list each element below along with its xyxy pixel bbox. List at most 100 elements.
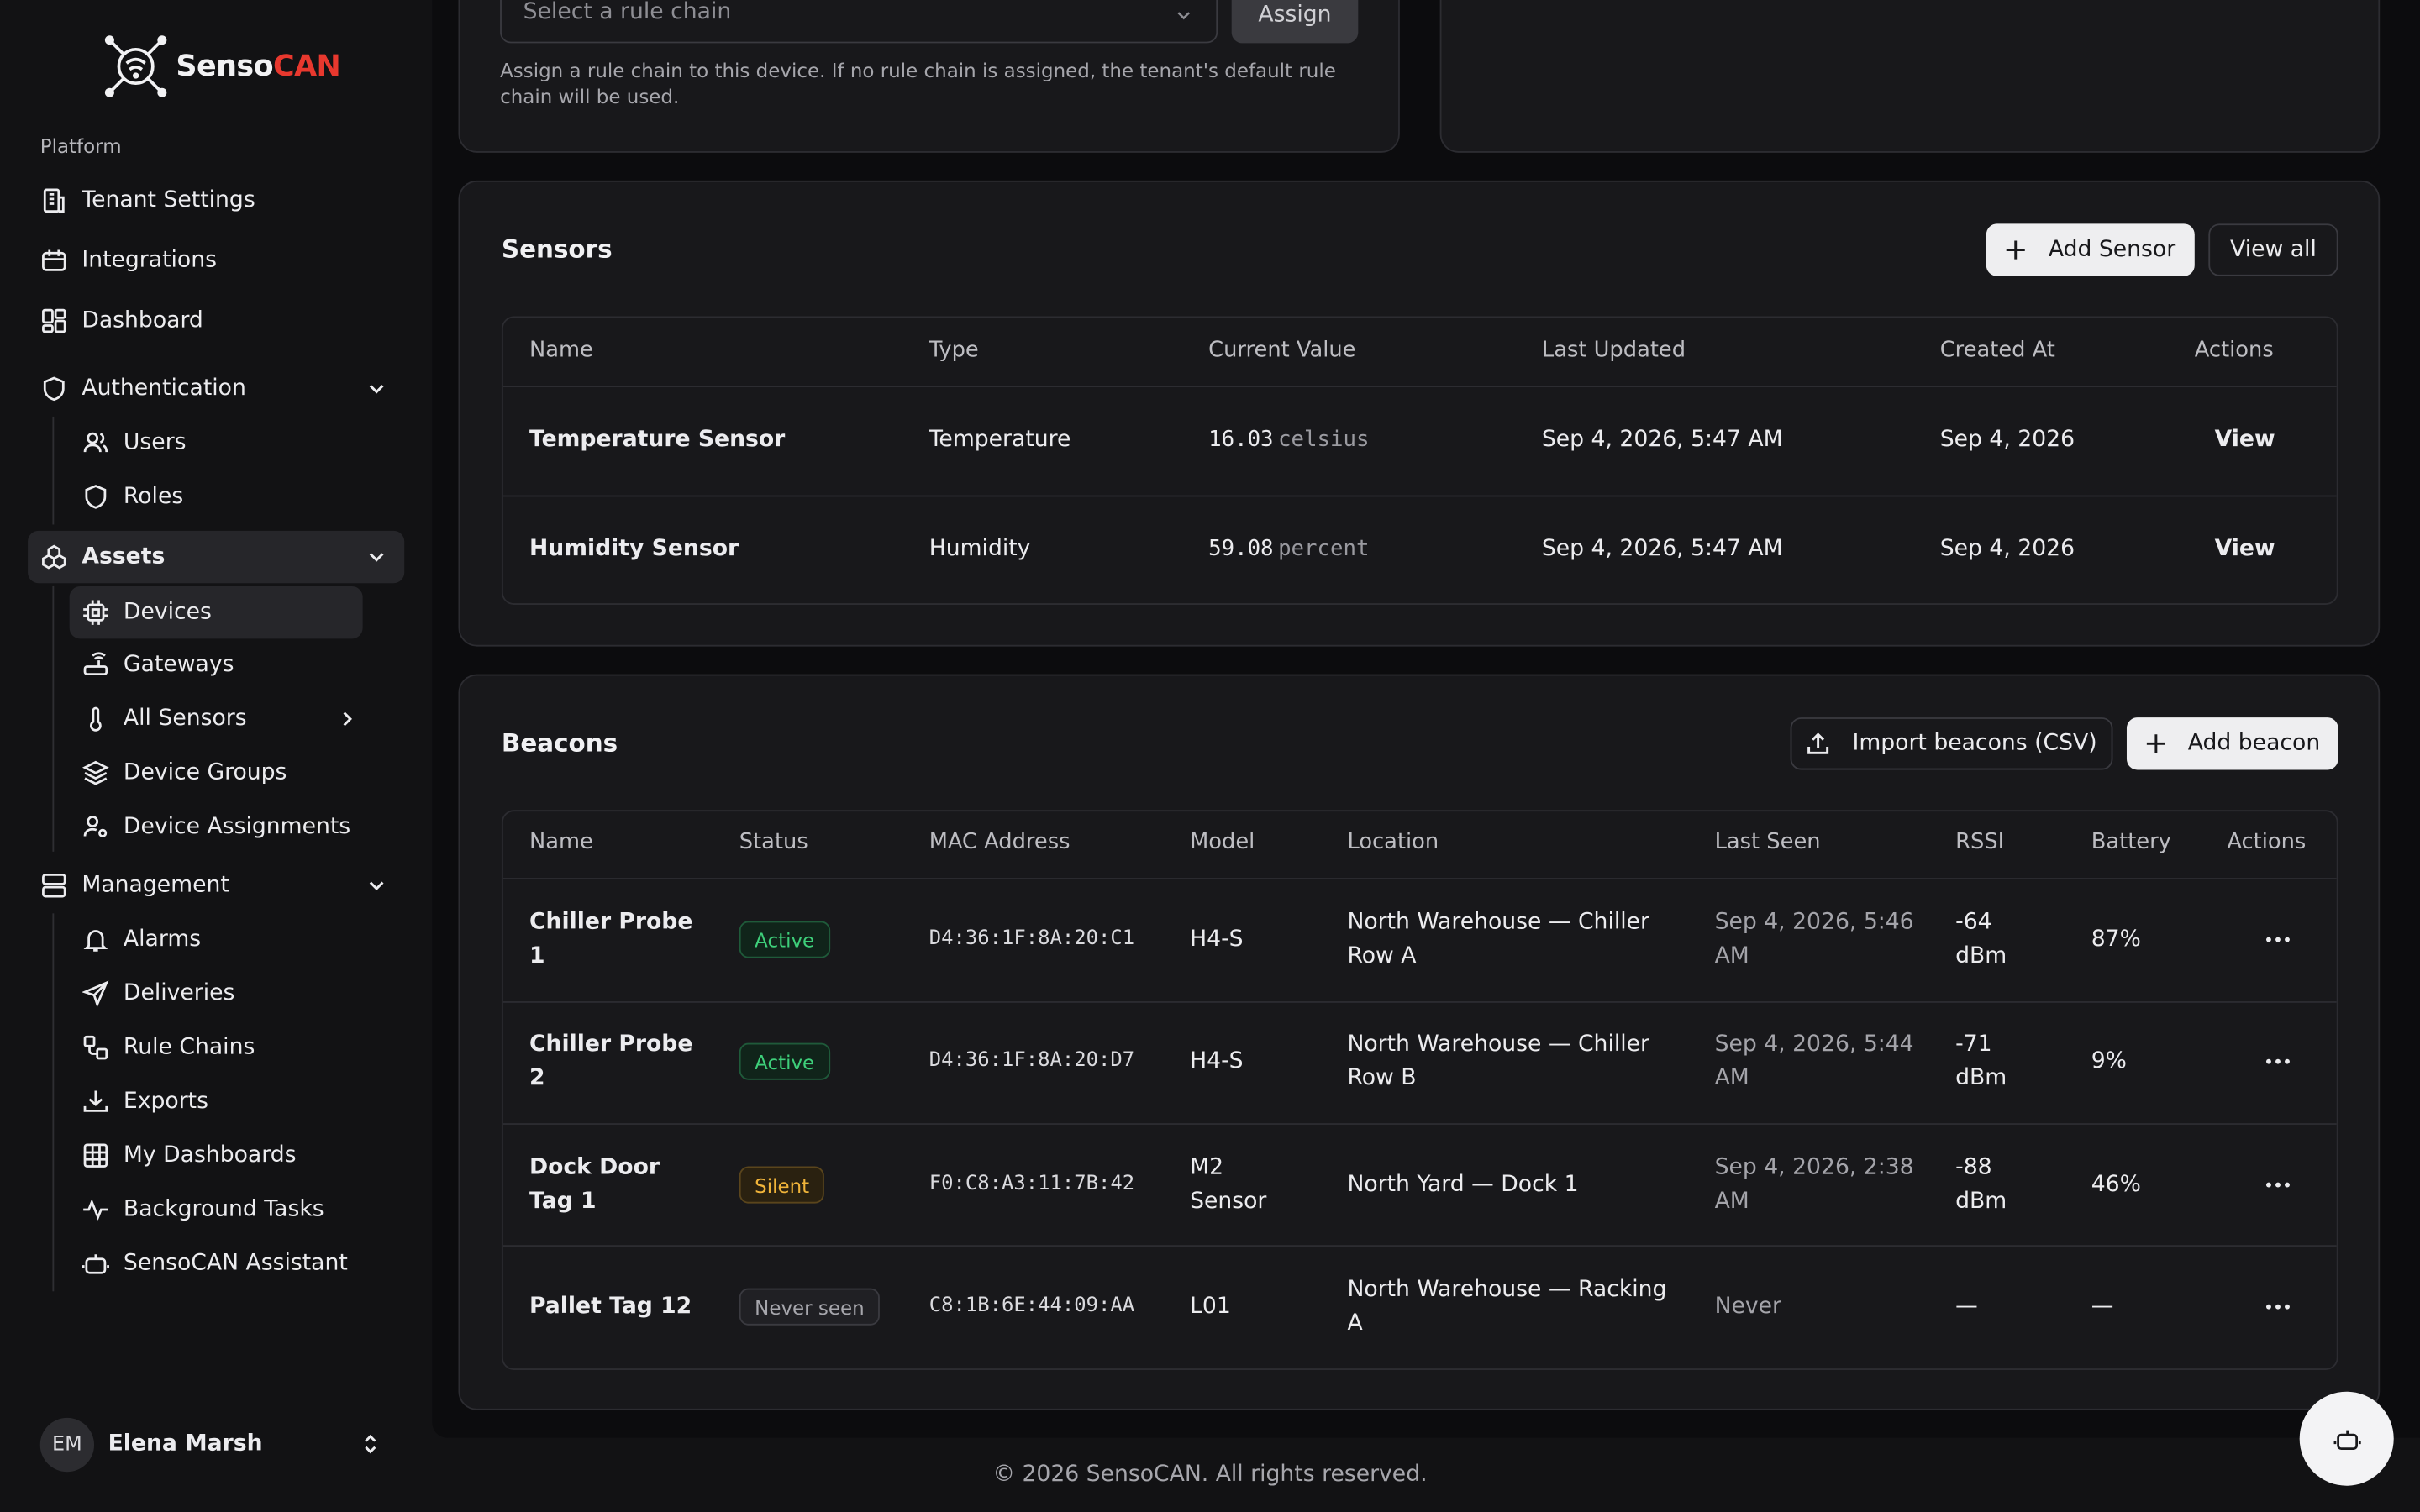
sidebar-item-my-dashboards[interactable]: My Dashboards <box>82 1129 362 1181</box>
sidebar-item-label: Authentication <box>82 376 246 402</box>
more-horizontal-icon[interactable] <box>2265 1304 2290 1310</box>
building-icon <box>40 186 68 214</box>
import-beacons-button[interactable]: Import beacons (CSV) <box>1790 717 2113 770</box>
column-header: RSSI <box>1955 830 2005 855</box>
sidebar-item-rule-chains[interactable]: Rule Chains <box>82 1021 362 1074</box>
import-beacons-label: Import beacons (CSV) <box>1852 731 2097 756</box>
column-header: Type <box>929 338 979 363</box>
add-sensor-button[interactable]: Add Sensor <box>1986 223 2195 276</box>
assistant-button[interactable] <box>2299 1391 2394 1486</box>
workflow-icon <box>82 1034 109 1062</box>
sidebar-item-device-assignments[interactable]: Device Assignments <box>82 801 375 853</box>
sidebar-item-management[interactable]: Management <box>40 859 404 911</box>
beacon-rssi: -88 dBm <box>1955 1155 2007 1215</box>
view-sensor-link[interactable]: View <box>2215 423 2275 456</box>
beacon-mac: D4:36:1F:8A:20:C1 <box>929 927 1135 951</box>
sidebar-item-deliveries[interactable]: Deliveries <box>82 968 362 1020</box>
sidebar-item-label: Alarms <box>123 927 202 953</box>
beacon-battery: 46% <box>2091 1172 2141 1198</box>
beacon-name: Chiller Probe 2 <box>529 1032 693 1091</box>
chevron-down-icon <box>1177 12 1191 20</box>
sidebar-item-devices[interactable]: Devices <box>69 585 363 639</box>
sidebar-item-label: Roles <box>123 484 184 510</box>
router-icon <box>82 651 109 679</box>
more-horizontal-icon[interactable] <box>2265 1058 2290 1064</box>
sidebar-item-label: SensoCAN Assistant <box>123 1251 348 1276</box>
beacon-mac: C8:1B:6E:44:09:AA <box>929 1294 1135 1318</box>
sidebar-item-authentication[interactable]: Authentication <box>40 363 404 415</box>
sidebar-item-background-tasks[interactable]: Background Tasks <box>82 1184 362 1236</box>
more-horizontal-icon[interactable] <box>2265 1182 2290 1188</box>
more-horizontal-icon[interactable] <box>2265 937 2290 942</box>
column-header: Last Seen <box>1714 830 1821 855</box>
thermometer-icon <box>82 705 109 732</box>
chevron-down-icon <box>369 385 384 394</box>
column-header: Created At <box>1939 338 2055 363</box>
beacons-title: Beacons <box>501 727 618 758</box>
beacon-model: M2 Sensor <box>1190 1155 1267 1215</box>
brand-accent-text: CAN <box>273 49 341 84</box>
beacon-battery: 87% <box>2091 927 2141 953</box>
sidebar-item-sensocan-assistant[interactable]: SensoCAN Assistant <box>82 1237 390 1289</box>
sidebar-item-label: Assets <box>82 544 166 570</box>
column-header: Actions <box>2227 830 2307 855</box>
sensor-current-value: 59.08 percent <box>1208 533 1369 566</box>
sidebar-item-exports[interactable]: Exports <box>82 1075 362 1127</box>
info-card <box>1439 0 2381 153</box>
chevron-down-icon <box>369 881 384 891</box>
sidebar-item-all-sensors[interactable]: All Sensors <box>82 693 362 745</box>
column-header: Model <box>1190 830 1255 855</box>
sensor-type: Humidity <box>929 537 1031 562</box>
value-unit: celsius <box>1278 427 1370 453</box>
beacon-model: L01 <box>1190 1294 1231 1320</box>
sidebar-item-integrations[interactable]: Integrations <box>40 234 404 286</box>
value-number: 16.03 <box>1208 427 1274 453</box>
sidebar-item-assets[interactable]: Assets <box>28 530 405 584</box>
sensor-created-at: Sep 4, 2026 <box>1939 537 2075 562</box>
sidebar-item-label: Exports <box>123 1089 209 1115</box>
sidebar-item-label: Gateways <box>123 652 234 678</box>
sidebar-item-label: Management <box>82 873 229 898</box>
download-icon <box>82 1088 109 1116</box>
beacon-model: H4-S <box>1190 1048 1244 1074</box>
chevron-right-icon <box>343 711 353 727</box>
sidebar-item-label: All Sensors <box>123 706 247 732</box>
sensor-last-updated: Sep 4, 2026, 5:47 AM <box>1541 537 1783 562</box>
shield-icon <box>82 483 109 511</box>
sidebar-item-label: Rule Chains <box>123 1035 255 1060</box>
view-sensor-link[interactable]: View <box>2215 533 2275 566</box>
sensors-title: Sensors <box>501 234 613 265</box>
sensor-created-at: Sep 4, 2026 <box>1939 427 2075 453</box>
tree-line <box>52 913 55 1292</box>
column-header: Actions <box>2194 338 2274 363</box>
beacons-table: Name Status MAC Address Model Location L… <box>501 810 2338 1370</box>
sensocan-logo[interactable]: SensoCAN <box>102 34 341 98</box>
add-beacon-button[interactable]: Add beacon <box>2126 717 2338 770</box>
sidebar-item-dashboard[interactable]: Dashboard <box>40 295 404 347</box>
chip-icon <box>82 599 109 627</box>
plus-icon <box>2005 239 2027 261</box>
sidebar-item-gateways[interactable]: Gateways <box>82 638 362 690</box>
beacon-last-seen: Sep 4, 2026, 5:46 AM <box>1714 910 1914 969</box>
beacon-battery: — <box>2091 1294 2114 1320</box>
beacon-battery: 9% <box>2091 1048 2128 1074</box>
sidebar-item-alarms[interactable]: Alarms <box>82 913 362 965</box>
row-divider <box>502 1001 2337 1003</box>
beacon-last-seen: Sep 4, 2026, 2:38 AM <box>1714 1155 1914 1215</box>
chevrons-up-down-icon <box>365 1434 376 1454</box>
value-unit: percent <box>1278 537 1370 562</box>
beacon-last-seen: Never <box>1714 1294 1781 1320</box>
view-all-button[interactable]: View all <box>2208 223 2338 276</box>
sensors-table: Name Type Current Value Last Updated Cre… <box>501 316 2338 605</box>
sidebar-item-tenant-settings[interactable]: Tenant Settings <box>40 175 404 227</box>
rule-chain-select[interactable]: Select a rule chain <box>500 0 1218 44</box>
sidebar-item-roles[interactable]: Roles <box>82 470 362 522</box>
sidebar-item-users[interactable]: Users <box>82 417 362 469</box>
assign-button[interactable]: Assign <box>1231 0 1359 44</box>
status-badge: Silent <box>739 1166 825 1204</box>
beacon-rssi: — <box>1955 1294 1978 1320</box>
sidebar-item-label: Devices <box>123 600 212 625</box>
platform-section-label: Platform <box>39 134 122 158</box>
sidebar-item-device-groups[interactable]: Device Groups <box>82 747 362 799</box>
sensor-current-value: 16.03 celsius <box>1208 423 1369 456</box>
